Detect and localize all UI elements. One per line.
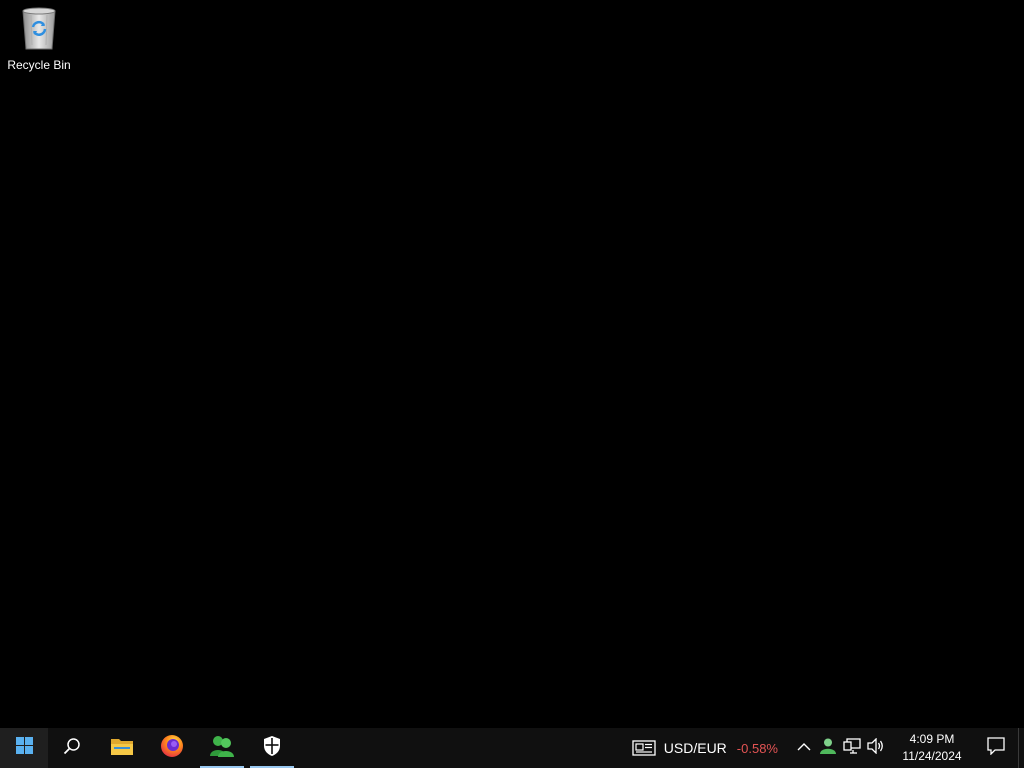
tray-overflow-button[interactable] (792, 728, 816, 768)
news-icon (632, 740, 656, 756)
news-widget[interactable]: USD/EUR -0.58% (624, 728, 786, 768)
tray-volume[interactable] (864, 728, 888, 768)
recycle-bin-icon (17, 4, 61, 52)
action-center-icon (987, 736, 1005, 760)
taskbar-spacer (296, 728, 624, 768)
show-desktop-button[interactable] (1018, 728, 1024, 768)
tray-network[interactable] (840, 728, 864, 768)
clock-date: 11/24/2024 (902, 749, 962, 763)
chevron-up-icon (797, 739, 811, 757)
start-button[interactable] (0, 728, 48, 768)
windows-logo-icon (15, 737, 33, 759)
users-icon (209, 734, 235, 763)
firefox-icon (160, 734, 184, 763)
volume-icon (867, 736, 885, 759)
taskbar-windows-security[interactable] (248, 728, 296, 768)
taskbar-file-explorer[interactable] (98, 728, 146, 768)
widget-change-value: -0.58% (736, 740, 778, 756)
system-tray: USD/EUR -0.58% 4:09 PM 11/24/2024 (624, 728, 1024, 768)
desktop: Recycle Bin (0, 0, 1024, 728)
taskbar-clock[interactable]: 4:09 PM 11/24/2024 (892, 728, 972, 768)
search-icon (63, 737, 81, 760)
network-icon (843, 737, 861, 759)
tray-user-status[interactable] (816, 728, 840, 768)
action-center-button[interactable] (974, 728, 1018, 768)
clock-time: 4:09 PM (909, 732, 955, 746)
desktop-icon-label: Recycle Bin (7, 58, 71, 72)
shield-icon (262, 735, 282, 762)
user-status-icon (819, 737, 837, 760)
taskbar-firefox[interactable] (148, 728, 196, 768)
taskbar: USD/EUR -0.58% 4:09 PM 11/24/2024 (0, 728, 1024, 768)
desktop-icon-recycle-bin[interactable]: Recycle Bin (4, 4, 74, 76)
widget-currency-pair: USD/EUR (663, 740, 727, 756)
folder-icon (110, 736, 134, 761)
taskbar-users-app[interactable] (198, 728, 246, 768)
search-button[interactable] (48, 728, 96, 768)
